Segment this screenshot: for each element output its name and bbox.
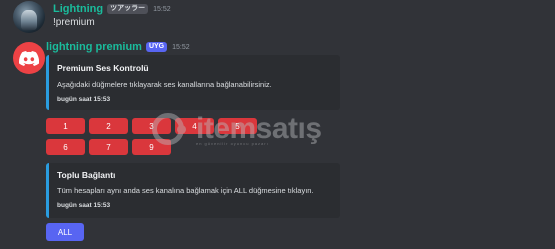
embed-title: Premium Ses Kontrolü <box>57 63 149 73</box>
all-button[interactable]: ALL <box>46 223 84 241</box>
voice-button-3[interactable]: 3 <box>132 118 171 134</box>
watermark-text: itemsatış <box>196 112 322 145</box>
message-content: !premium <box>53 17 95 28</box>
timestamp: 15:52 <box>153 5 171 13</box>
voice-button-4[interactable]: 4 <box>175 118 214 134</box>
server-tag: ツアッラー <box>107 4 149 14</box>
watermark-subtext: en güvenilir oyuncu pazarı <box>196 141 269 146</box>
embed-description: Tüm hesapları aynı anda ses kanalına bağ… <box>57 186 314 195</box>
embed-footer: bugün saat 15:53 <box>57 96 111 103</box>
message-2-header: lightning premium UYG 15:52 <box>46 41 190 53</box>
message-1-header: Lightning ツアッラー 15:52 <box>53 3 171 15</box>
bot-tag: UYG <box>145 42 168 52</box>
embed-bulk-connection: Toplu Bağlantı Tüm hesapları aynı anda s… <box>46 163 340 218</box>
bot-avatar[interactable] <box>13 42 45 74</box>
user-avatar[interactable] <box>13 1 45 33</box>
embed-footer: bugün saat 15:53 <box>57 202 111 209</box>
voice-button-9[interactable]: 9 <box>132 139 171 155</box>
username[interactable]: Lightning <box>53 3 103 15</box>
voice-button-2[interactable]: 2 <box>89 118 128 134</box>
voice-button-7[interactable]: 7 <box>89 139 128 155</box>
timestamp: 15:52 <box>172 43 190 51</box>
embed-premium-voice-control: Premium Ses Kontrolü Aşağıdaki düğmelere… <box>46 55 340 110</box>
embed-description: Aşağıdaki düğmelere tıklayarak ses kanal… <box>57 80 272 89</box>
voice-button-5[interactable]: 5 <box>218 118 257 134</box>
voice-button-1[interactable]: 1 <box>46 118 85 134</box>
embed-title: Toplu Bağlantı <box>57 170 116 180</box>
discord-logo-icon <box>19 50 39 66</box>
voice-button-6[interactable]: 6 <box>46 139 85 155</box>
bot-username[interactable]: lightning premium <box>46 41 142 53</box>
